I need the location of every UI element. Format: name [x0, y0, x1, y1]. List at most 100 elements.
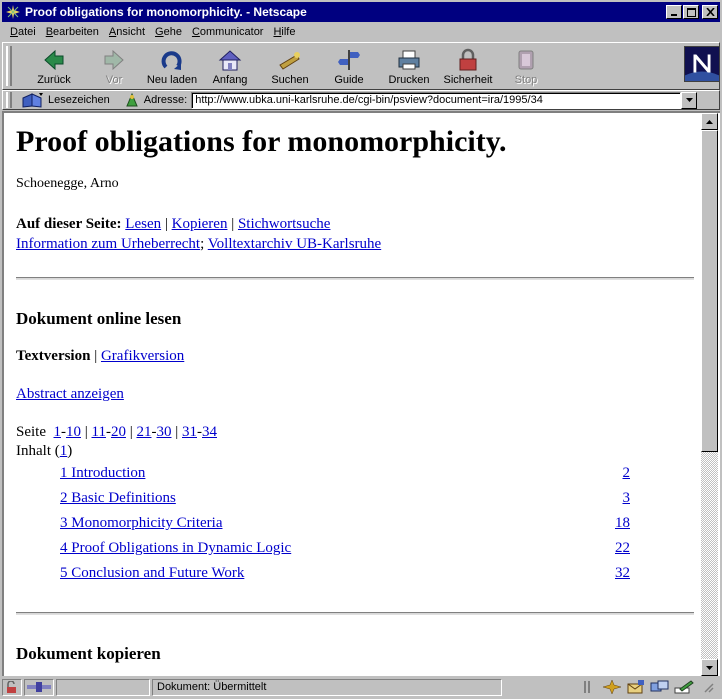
page-range-start-link[interactable]: 1 — [54, 424, 62, 440]
minimize-icon — [671, 14, 677, 16]
toc-page-link[interactable]: 32 — [615, 565, 630, 582]
reload-icon — [161, 51, 182, 70]
component-bar — [576, 679, 720, 696]
status-bar: Dokument: Übermittelt — [2, 677, 720, 697]
menu-bearbeiten[interactable]: Bearbeiten — [46, 26, 99, 38]
guide-label: Guide — [334, 74, 364, 86]
toc-page-link[interactable]: 2 — [623, 465, 631, 482]
vertical-scrollbar[interactable] — [701, 113, 718, 676]
menu-hilfe[interactable]: Hilfe — [273, 26, 295, 38]
grip-icon — [584, 681, 590, 693]
back-button[interactable]: Zurück — [23, 45, 85, 89]
lock-icon — [459, 48, 477, 71]
title-bar[interactable]: Proof obligations for monomorphicity. - … — [2, 2, 720, 22]
netscape-n-icon — [685, 47, 719, 81]
author: Schoenegge, Arno — [16, 176, 119, 191]
page-range-start-link[interactable]: 21 — [136, 424, 151, 440]
toc-chapter-link[interactable]: 1 Introduction — [60, 465, 145, 482]
maximize-button[interactable] — [683, 5, 699, 19]
divider — [16, 612, 694, 615]
keyword-search-link[interactable]: Stichwortsuche — [238, 216, 330, 232]
toc-chapter-link[interactable]: 2 Basic Definitions — [60, 490, 176, 507]
scroll-up-button[interactable] — [701, 113, 718, 130]
minimize-button[interactable] — [666, 5, 682, 19]
address-label: Adresse: — [124, 92, 187, 108]
reload-button[interactable]: Neu laden — [141, 45, 203, 89]
forward-button[interactable]: Vor — [83, 45, 145, 89]
location-grip[interactable] — [6, 92, 12, 108]
read-link[interactable]: Lesen — [125, 216, 161, 232]
toc-row: 5 Conclusion and Future Work 32 — [60, 565, 630, 585]
page-range-end-link[interactable]: 34 — [202, 424, 217, 440]
page-range-start-link[interactable]: 31 — [182, 424, 197, 440]
contents-page-link[interactable]: 1 — [60, 443, 68, 459]
guide-button[interactable]: Guide — [318, 45, 380, 89]
back-arrow-icon — [44, 49, 64, 71]
toc-row: 2 Basic Definitions 3 — [60, 490, 630, 510]
status-text: Dokument: Übermittelt — [157, 681, 267, 693]
copy-link[interactable]: Kopieren — [172, 216, 228, 232]
component-grip[interactable] — [576, 679, 600, 696]
contents-row: Inhalt (1) — [16, 443, 73, 459]
search-icon — [279, 52, 300, 70]
graphic-version-link[interactable]: Grafikversion — [101, 348, 184, 364]
scroll-thumb[interactable] — [701, 130, 718, 452]
url-input[interactable]: http://www.ubka.uni-karlsruhe.de/cgi-bin… — [191, 91, 682, 109]
connection-icon — [27, 682, 51, 692]
window-title: Proof obligations for monomorphicity. - … — [25, 5, 307, 19]
print-button[interactable]: Drucken — [378, 45, 440, 89]
security-label: Sicherheit — [443, 74, 493, 86]
mail-component-button[interactable] — [624, 679, 648, 696]
bookmarks-icon — [22, 93, 43, 108]
show-abstract-link[interactable]: Abstract anzeigen — [16, 386, 124, 402]
page-content: Proof obligations for monomorphicity. Sc… — [4, 113, 701, 676]
url-dropdown-button[interactable] — [681, 91, 698, 109]
page-range-start-link[interactable]: 11 — [92, 424, 106, 440]
archive-link[interactable]: Volltextarchiv UB-Karlsruhe — [208, 236, 381, 252]
menu-datei[interactable]: Datei — [10, 26, 36, 38]
home-button[interactable]: Anfang — [199, 45, 261, 89]
security-status[interactable] — [2, 678, 22, 696]
navigator-component-button[interactable] — [600, 679, 624, 696]
toc-chapter-link[interactable]: 4 Proof Obligations in Dynamic Logic — [60, 540, 291, 557]
maximize-icon — [686, 7, 696, 17]
on-page-nav: Auf dieser Seite: Lesen | Kopieren | Sti… — [16, 216, 382, 252]
toc-row: 1 Introduction 2 — [60, 465, 630, 485]
security-button[interactable]: Sicherheit — [437, 45, 499, 89]
print-label: Drucken — [388, 74, 430, 86]
menu-gehe[interactable]: Gehe — [155, 26, 182, 38]
read-section-heading: Dokument online lesen — [16, 309, 182, 328]
netscape-logo[interactable] — [684, 46, 720, 82]
status-text-cell: Dokument: Übermittelt — [152, 678, 502, 696]
toc-page-link[interactable]: 22 — [615, 540, 630, 557]
mail-icon — [627, 680, 644, 694]
page-proxy-icon[interactable] — [124, 92, 140, 108]
newsgroups-component-button[interactable] — [648, 679, 672, 696]
status-resize-grip[interactable] — [696, 679, 720, 696]
menu-communicator[interactable]: Communicator — [192, 26, 264, 38]
divider — [16, 277, 694, 280]
page-ranges: Seite 1-10 | 11-20 | 21-30 | 31-34 — [16, 424, 217, 440]
toc-page-link[interactable]: 18 — [615, 515, 630, 532]
toc-page-link[interactable]: 3 — [623, 490, 631, 507]
toc-chapter-link[interactable]: 3 Monomorphicity Criteria — [60, 515, 222, 532]
page-range-end-link[interactable]: 10 — [66, 424, 81, 440]
forward-arrow-icon — [104, 49, 124, 71]
scroll-down-button[interactable] — [701, 659, 718, 676]
back-label: Zurück — [37, 74, 71, 86]
composer-component-button[interactable] — [672, 679, 696, 696]
bookmarks-label: Lesezeichen — [48, 94, 110, 106]
page-range-end-link[interactable]: 30 — [156, 424, 171, 440]
page-label: Seite — [16, 424, 46, 440]
netscape-app-icon[interactable] — [5, 4, 21, 20]
menu-ansicht[interactable]: Ansicht — [109, 26, 145, 38]
copyright-link[interactable]: Information zum Urheberrecht — [16, 236, 200, 252]
toc-chapter-link[interactable]: 5 Conclusion and Future Work — [60, 565, 244, 582]
close-button[interactable] — [702, 5, 718, 19]
search-button[interactable]: Suchen — [259, 45, 321, 89]
page-range-end-link[interactable]: 20 — [111, 424, 126, 440]
navigation-toolbar: Zurück Vor Neu laden Anfang Suchen Guide… — [2, 42, 720, 90]
toolbar-grip[interactable] — [6, 46, 12, 86]
stop-button[interactable]: Stop — [495, 45, 557, 89]
bookmarks-button[interactable]: Lesezeichen — [22, 92, 110, 108]
